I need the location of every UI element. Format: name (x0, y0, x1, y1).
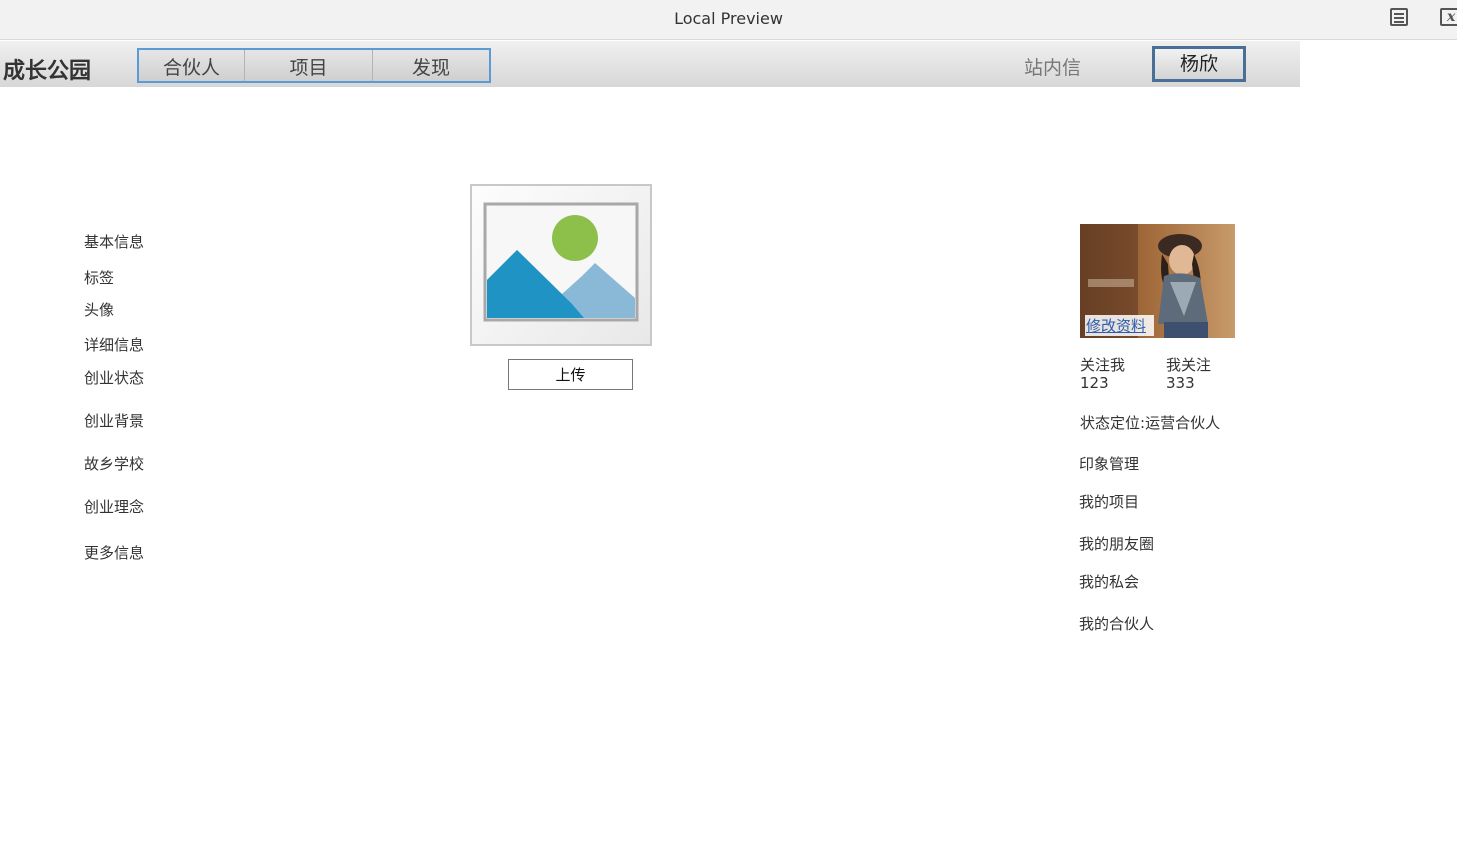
edit-profile-link[interactable]: 修改资料 (1085, 315, 1155, 336)
sidebar-item-basic-info[interactable]: 基本信息 (84, 231, 144, 252)
window-title: Local Preview (674, 9, 783, 28)
nav-discover[interactable]: 发现 (373, 50, 489, 81)
nav-projects[interactable]: 项目 (245, 50, 373, 81)
sidebar-item-startup-status[interactable]: 创业状态 (84, 367, 144, 388)
sidebar-item-tags[interactable]: 标签 (84, 267, 114, 288)
sidebar-item-more-info[interactable]: 更多信息 (84, 542, 144, 563)
link-impression-management[interactable]: 印象管理 (1079, 453, 1139, 474)
notes-icon[interactable] (1390, 8, 1408, 26)
avatar-placeholder (470, 184, 652, 346)
inbox-link[interactable]: 站内信 (1024, 53, 1081, 80)
link-my-partners[interactable]: 我的合伙人 (1079, 613, 1154, 634)
status-value: 运营合伙人 (1145, 414, 1221, 432)
following-label[interactable]: 我关注 (1166, 354, 1211, 375)
user-menu-button[interactable]: 杨欣 (1152, 46, 1246, 82)
sidebar-item-hometown-school[interactable]: 故乡学校 (84, 453, 144, 474)
following-count[interactable]: 333 (1166, 374, 1195, 392)
brand-logo[interactable]: 成长公园 (3, 53, 91, 85)
sidebar-item-details[interactable]: 详细信息 (84, 334, 144, 355)
top-navbar: 成长公园 合伙人 项目 发现 站内信 杨欣 (0, 41, 1300, 87)
sidebar-item-startup-background[interactable]: 创业背景 (84, 410, 144, 431)
upload-button[interactable]: 上传 (508, 359, 633, 390)
link-my-friends-circle[interactable]: 我的朋友圈 (1079, 533, 1154, 554)
followers-count[interactable]: 123 (1080, 374, 1109, 392)
image-placeholder-icon (483, 202, 639, 322)
sidebar-item-avatar[interactable]: 头像 (84, 299, 114, 320)
nav-partners[interactable]: 合伙人 (139, 50, 245, 81)
sidebar-item-startup-philosophy[interactable]: 创业理念 (84, 496, 144, 517)
window-titlebar: Local Preview x (0, 0, 1457, 40)
close-icon[interactable]: x (1440, 8, 1457, 26)
link-my-private-meetings[interactable]: 我的私会 (1079, 571, 1139, 592)
status-position: 状态定位:运营合伙人 (1080, 412, 1220, 433)
followers-label[interactable]: 关注我 (1080, 354, 1125, 375)
status-label: 状态定位: (1080, 414, 1146, 432)
link-my-projects[interactable]: 我的项目 (1079, 491, 1139, 512)
main-nav: 合伙人 项目 发现 (137, 48, 491, 83)
